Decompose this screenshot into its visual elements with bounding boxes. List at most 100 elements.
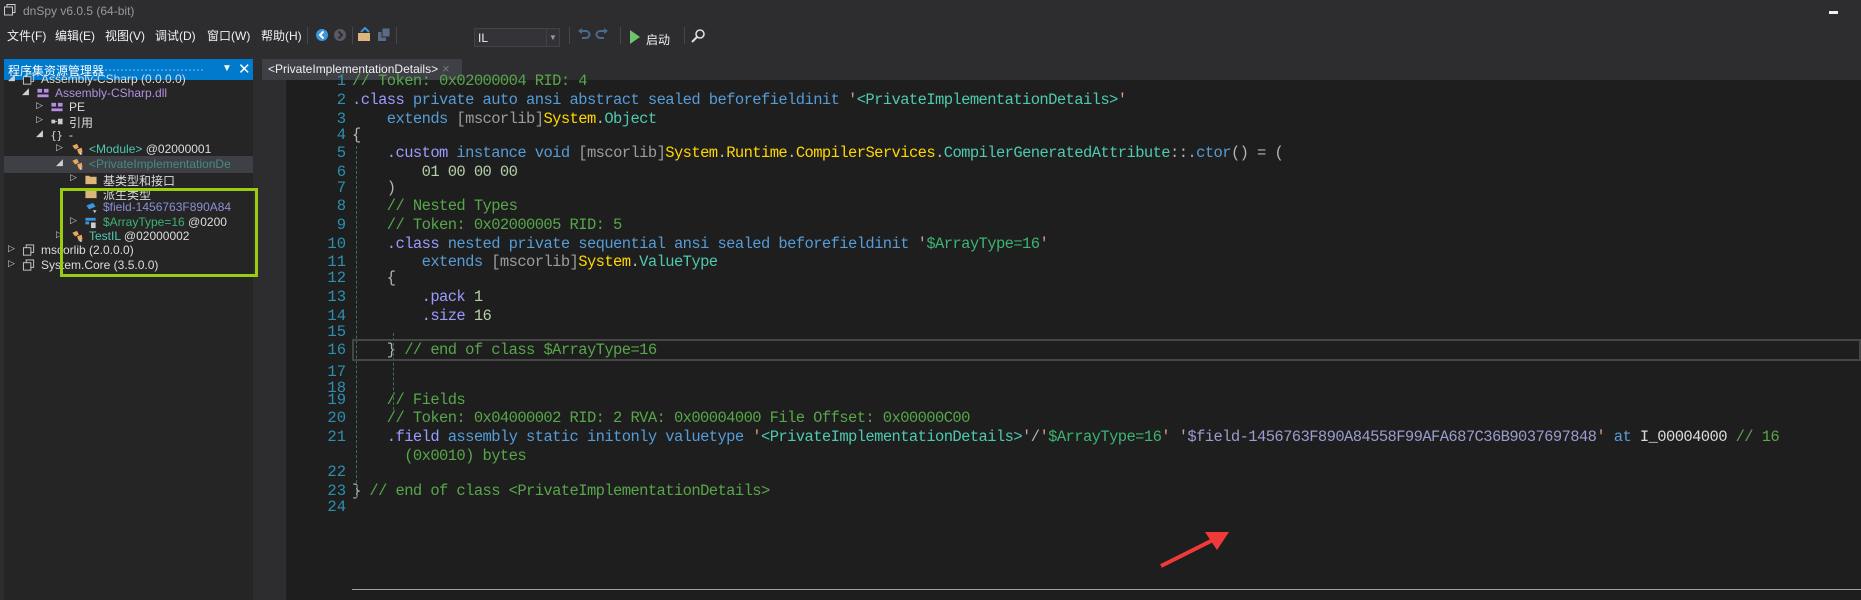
code-token: // end of class <PrivateImplementationDe… [360,482,770,500]
code-token: . [352,307,431,325]
expand-arrow-icon[interactable]: ▷ [70,172,77,183]
menu-help[interactable]: 帮助(H) [261,27,302,44]
code-token: ' [848,91,857,109]
navigate-forward-icon[interactable] [332,27,348,43]
code-line: } // end of class <PrivateImplementation… [352,482,770,500]
code-token: class [395,235,440,253]
code-token: System [543,110,596,128]
toolbar-separator [684,27,685,44]
expand-arrow-icon[interactable]: ▷ [36,114,43,125]
line-number: 10 [327,235,346,253]
code-token: // Token: 0x04000002 RID: 2 RVA: 0x00004… [352,409,971,427]
code-token: $field-1456763F890A84558F99AFA687C36B903… [1187,428,1597,446]
code-token: :: [1170,144,1188,162]
menu-view[interactable]: 视图(V) [105,27,145,44]
code-token: assembly static initonly valuetype [439,428,753,446]
menu-window[interactable]: 窗口(W) [207,27,250,44]
menu-file[interactable]: 文件(F) [7,27,46,44]
line-number: 13 [327,288,346,306]
code-token: ' [1596,428,1606,446]
code-line: { [352,269,396,287]
tree-node-label: <Module> @02000001 [89,142,212,156]
code-token: field [395,428,440,446]
code-token: extends [352,110,457,128]
toolbar-separator [307,27,308,44]
code-token: // 16 [1726,428,1780,446]
code-token: () = ( [1230,144,1284,162]
code-token: 16 [465,307,492,325]
search-icon[interactable] [690,28,706,44]
menu-debug[interactable]: 调试(D) [155,27,196,44]
code-line: (0x0010) bytes [352,447,526,465]
line-number: 4 [336,126,346,144]
collapse-arrow-icon[interactable]: ◢ [36,128,43,139]
code-token: . [717,144,727,162]
code-line: // Token: 0x04000002 RID: 2 RVA: 0x00004… [352,409,971,427]
code-token: instance void [447,144,579,162]
navigate-back-icon[interactable] [314,27,330,43]
start-icon[interactable] [627,29,643,45]
toolbar-separator [569,27,570,44]
code-line: extends [mscorlib]System.ValueType [352,253,718,271]
expand-arrow-icon[interactable]: ▷ [56,142,63,153]
code-token: ' [1039,235,1049,253]
open-file-icon[interactable] [357,27,373,43]
assembly-icon [22,259,35,271]
language-select[interactable]: IL ▼ [474,28,560,47]
undo-icon[interactable] [576,27,592,43]
code-line: .class nested private sequential ansi se… [352,235,1049,253]
collapse-arrow-icon[interactable]: ◢ [8,72,15,83]
line-number: 16 [327,341,346,359]
expand-arrow-icon[interactable]: ▷ [8,258,15,269]
code-token: . [630,253,640,271]
code-token: [mscorlib] [578,144,666,162]
language-select-value: IL [478,31,489,45]
code-token: . [352,235,396,253]
code-token: ValueType [639,253,718,271]
code-token: Runtime [726,144,788,162]
code-token: // Token: 0x02000005 RID: 5 [352,216,623,234]
code-token: nested private sequential ansi sealed be… [439,235,918,253]
code-token: // Token: 0x02000004 RID: 4 [352,72,588,90]
annotation-highlight-box [60,188,258,277]
expand-arrow-icon[interactable]: ▷ [36,100,43,111]
menu-edit[interactable]: 编辑(E) [55,27,95,44]
line-number: 9 [336,216,346,234]
indent-guide [356,146,357,498]
code-line: .custom instance void [mscorlib]System.R… [352,144,1284,162]
minimize-button[interactable] [1829,11,1838,14]
save-all-icon[interactable] [376,27,392,43]
line-number: 20 [327,409,346,427]
code-token: private auto ansi abstract sealed before… [404,91,848,109]
code-token: I_00004000 [1639,428,1728,446]
code-line: .pack 1 [352,288,484,306]
redo-icon[interactable] [594,27,610,43]
menu-bar: 文件(F) 编辑(E) 视图(V) 调试(D) 窗口(W) 帮助(H) [0,22,1861,48]
line-number: 1 [336,72,346,90]
code-token: [mscorlib] [491,253,579,271]
collapse-arrow-icon[interactable]: ◢ [56,157,63,168]
start-button[interactable]: 启动 [646,31,670,48]
toolbar-separator [352,27,353,44]
code-token: { [352,126,361,144]
code-token: . [352,144,396,162]
collapse-arrow-icon[interactable]: ◢ [22,86,29,97]
code-token: ' [752,428,761,446]
toolbar-separator [396,27,397,44]
code-token: <PrivateImplementationDetails> [761,428,1023,446]
annotation-arrow-icon [1160,532,1229,568]
code-token: $ArrayType=16 [926,235,1040,253]
line-number: 21 [327,428,346,446]
chevron-down-icon[interactable]: ▼ [546,29,559,46]
code-line: // Token: 0x02000004 RID: 4 [352,72,588,90]
class-icon [72,143,83,156]
expand-arrow-icon[interactable]: ▷ [8,243,15,254]
code-token: CompilerServices [795,144,936,162]
code-token: <PrivateImplementationDetails> [856,91,1119,109]
code-token: ) [352,179,396,197]
code-line: .field assembly static initonly valuetyp… [352,428,1780,446]
code-token: custom [395,144,449,162]
code-token: 1 [465,288,483,306]
code-token: ' [1161,428,1170,446]
code-line: extends [mscorlib]System.Object [352,110,657,128]
